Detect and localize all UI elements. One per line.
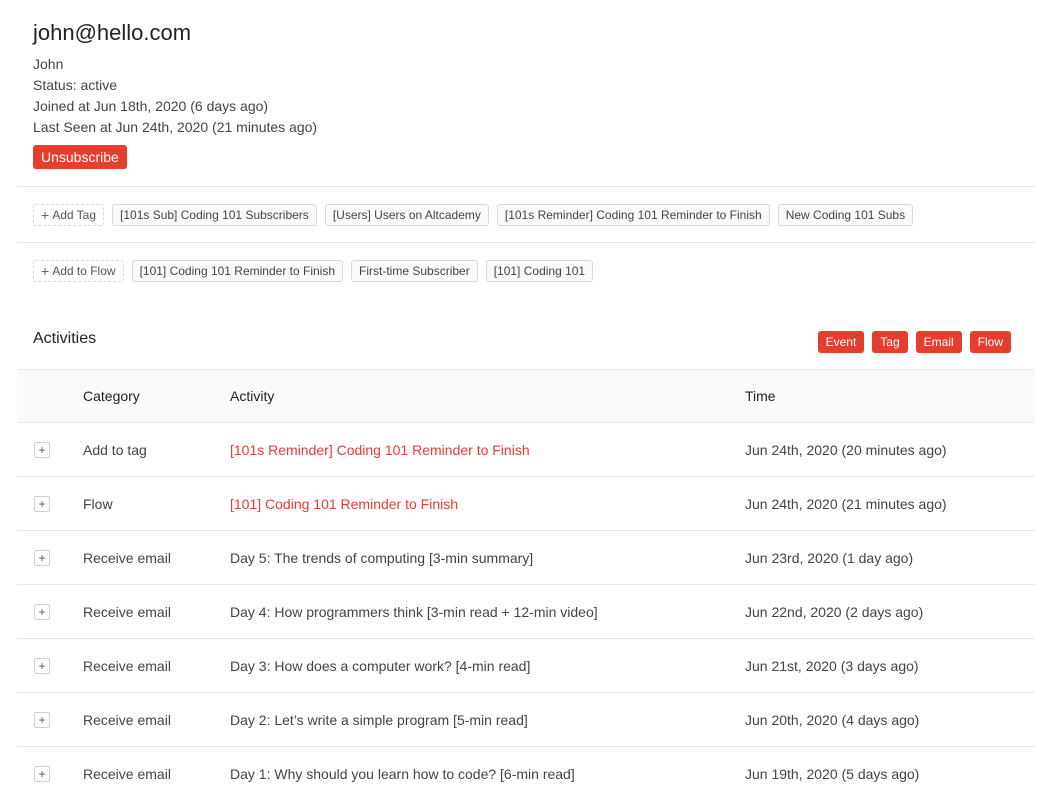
table-row: + Flow [101] Coding 101 Reminder to Fini… — [17, 477, 1035, 531]
filter-email-button[interactable]: Email — [915, 331, 962, 353]
divider — [17, 186, 1035, 187]
flow-chip[interactable]: [101] Coding 101 — [485, 260, 594, 282]
add-tag-button[interactable]: + Add Tag — [33, 204, 105, 226]
tag-chip[interactable]: [Users] Users on Altcademy — [324, 204, 489, 226]
table-row: + Add to tag [101s Reminder] Coding 101 … — [17, 423, 1035, 477]
row-time: Jun 24th, 2020 (21 minutes ago) — [745, 495, 947, 512]
expand-row-icon[interactable]: + — [34, 711, 50, 728]
unsubscribe-button[interactable]: Unsubscribe — [33, 145, 127, 169]
tag-chip[interactable]: New Coding 101 Subs — [777, 204, 914, 226]
subscriber-status: Status: active — [33, 77, 118, 93]
column-header-time: Time — [745, 388, 776, 404]
row-time: Jun 19th, 2020 (5 days ago) — [745, 765, 920, 782]
row-activity: Day 2: Let’s write a simple program [5-m… — [230, 711, 528, 728]
row-category: Receive email — [83, 657, 171, 674]
row-time: Jun 20th, 2020 (4 days ago) — [745, 711, 920, 728]
table-header: Category Activity Time — [17, 369, 1035, 423]
row-time: Jun 24th, 2020 (20 minutes ago) — [745, 441, 947, 458]
row-activity-link[interactable]: [101s Reminder] Coding 101 Reminder to F… — [230, 423, 530, 476]
column-header-activity: Activity — [230, 388, 275, 404]
plus-icon: + — [41, 263, 50, 279]
table-row: + Receive email Day 4: How programmers t… — [17, 585, 1035, 639]
row-category: Receive email — [83, 765, 171, 782]
table-row: + Receive email Day 3: How does a comput… — [17, 639, 1035, 693]
column-header-category: Category — [83, 388, 140, 404]
expand-row-icon[interactable]: + — [34, 441, 50, 458]
filter-flow-button[interactable]: Flow — [969, 331, 1011, 353]
subscriber-page: john@hello.com John Status: active Joine… — [0, 0, 1052, 799]
tag-list: + Add Tag [101s Sub] Coding 101 Subscrib… — [33, 204, 914, 226]
add-to-flow-button[interactable]: + Add to Flow — [33, 260, 124, 282]
table-row: + Receive email Day 2: Let’s write a sim… — [17, 693, 1035, 747]
expand-row-icon[interactable]: + — [34, 549, 50, 566]
row-time: Jun 23rd, 2020 (1 day ago) — [745, 549, 914, 566]
subscriber-email: john@hello.com — [33, 20, 192, 45]
row-category: Receive email — [83, 711, 171, 728]
activity-filters: Event Tag Email Flow — [817, 331, 1011, 353]
plus-icon: + — [41, 207, 50, 223]
joined-date: Joined at Jun 18th, 2020 (6 days ago) — [33, 98, 269, 114]
flow-chip[interactable]: [101] Coding 101 Reminder to Finish — [131, 260, 344, 282]
row-time: Jun 21st, 2020 (3 days ago) — [745, 657, 919, 674]
row-category: Flow — [83, 495, 113, 512]
filter-tag-button[interactable]: Tag — [872, 331, 908, 353]
table-row: + Receive email Day 5: The trends of com… — [17, 531, 1035, 585]
row-activity: Day 3: How does a computer work? [4-min … — [230, 657, 531, 674]
row-activity: Day 5: The trends of computing [3-min su… — [230, 549, 534, 566]
profile-section: john@hello.com John Status: active Joine… — [33, 18, 317, 169]
expand-row-icon[interactable]: + — [34, 765, 50, 782]
add-tag-label: Add Tag — [52, 208, 97, 222]
last-seen-date: Last Seen at Jun 24th, 2020 (21 minutes … — [33, 119, 318, 135]
activities-table: Category Activity Time + Add to tag [101… — [17, 369, 1035, 799]
row-activity-link[interactable]: [101] Coding 101 Reminder to Finish — [230, 477, 458, 530]
divider — [17, 242, 1035, 243]
row-activity: Day 4: How programmers think [3-min read… — [230, 603, 598, 620]
filter-event-button[interactable]: Event — [817, 331, 865, 353]
table-row: + Receive email Day 1: Why should you le… — [17, 747, 1035, 799]
subscriber-name: John — [33, 56, 64, 72]
flow-list: + Add to Flow [101] Coding 101 Reminder … — [33, 260, 594, 282]
add-flow-label: Add to Flow — [52, 264, 116, 278]
activities-title: Activities — [33, 330, 97, 347]
flow-chip[interactable]: First-time Subscriber — [351, 260, 478, 282]
tag-chip[interactable]: [101s Reminder] Coding 101 Reminder to F… — [496, 204, 770, 226]
row-activity: Day 1: Why should you learn how to code?… — [230, 765, 575, 782]
expand-row-icon[interactable]: + — [34, 657, 50, 674]
row-category: Receive email — [83, 603, 171, 620]
row-category: Add to tag — [83, 441, 147, 458]
row-category: Receive email — [83, 549, 171, 566]
expand-row-icon[interactable]: + — [34, 603, 50, 620]
tag-chip[interactable]: [101s Sub] Coding 101 Subscribers — [112, 204, 317, 226]
row-time: Jun 22nd, 2020 (2 days ago) — [745, 603, 924, 620]
expand-row-icon[interactable]: + — [34, 495, 50, 512]
